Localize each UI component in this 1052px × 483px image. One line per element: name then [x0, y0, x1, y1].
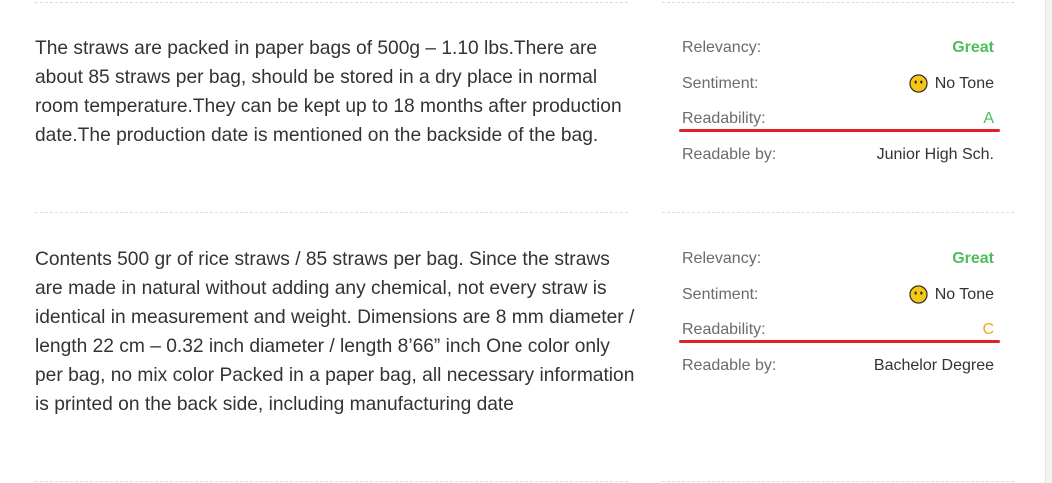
divider	[35, 212, 628, 213]
metrics-panel: Relevancy: Great Sentiment: No Tone Read…	[682, 249, 994, 391]
sentiment-text: No Tone	[934, 74, 994, 92]
readable-by-label: Readable by:	[682, 145, 777, 163]
readable-by-value: Junior High Sch.	[876, 145, 994, 163]
divider	[662, 2, 1014, 3]
sentiment-value: No Tone	[909, 74, 994, 94]
relevancy-value: Great	[952, 39, 994, 56]
readability-highlight-underline	[679, 340, 1000, 343]
readable-by-row: Readable by: Junior High Sch.	[682, 145, 994, 181]
divider	[35, 2, 628, 3]
readable-by-row: Readable by: Bachelor Degree	[682, 356, 994, 392]
neutral-face-icon	[909, 74, 928, 93]
neutral-face-icon	[909, 285, 928, 304]
readability-label: Readability:	[682, 110, 766, 127]
readability-report: The straws are packed in paper bags of 5…	[0, 0, 1052, 483]
sentiment-label: Sentiment:	[682, 285, 759, 303]
divider	[662, 212, 1014, 213]
sentiment-text: No Tone	[934, 285, 994, 303]
sentiment-value: No Tone	[909, 285, 994, 305]
readability-grade: A	[983, 110, 994, 127]
relevancy-row: Relevancy: Great	[682, 38, 994, 74]
readability-grade: C	[982, 321, 994, 338]
readability-label: Readability:	[682, 321, 766, 338]
readability-row: Readability: A	[682, 109, 994, 145]
content-text: The straws are packed in paper bags of 5…	[35, 38, 622, 146]
divider	[662, 481, 1014, 482]
sentiment-row: Sentiment: No Tone	[682, 74, 994, 110]
readable-by-value: Bachelor Degree	[873, 356, 994, 374]
readability-highlight-underline	[679, 129, 1000, 132]
readable-by-label: Readable by:	[682, 356, 777, 374]
divider	[35, 481, 628, 482]
metrics-panel: Relevancy: Great Sentiment: No Tone Read…	[682, 38, 994, 180]
relevancy-label: Relevancy:	[682, 39, 762, 56]
relevancy-label: Relevancy:	[682, 250, 762, 267]
readability-row: Readability: C	[682, 320, 994, 356]
sentiment-row: Sentiment: No Tone	[682, 285, 994, 321]
scrollbar-track[interactable]	[1045, 0, 1052, 483]
relevancy-value: Great	[952, 250, 994, 267]
content-text: Contents 500 gr of rice straws / 85 stra…	[35, 249, 635, 415]
relevancy-row: Relevancy: Great	[682, 249, 994, 285]
sentiment-label: Sentiment:	[682, 74, 759, 92]
